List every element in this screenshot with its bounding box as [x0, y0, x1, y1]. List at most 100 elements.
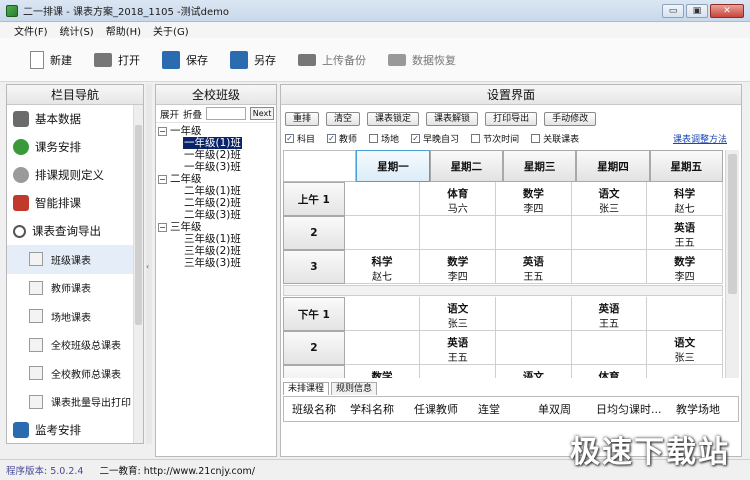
col-odd-even-week[interactable]: 单双周 — [530, 401, 588, 417]
reschedule-button[interactable]: 重排 — [285, 112, 320, 126]
sub-item-class-timetable[interactable]: 班级课表 — [7, 245, 143, 274]
collapse-button[interactable]: 折叠 — [183, 107, 202, 121]
nav-scrollbar[interactable] — [133, 105, 143, 443]
day-header[interactable]: 星期一 — [356, 150, 430, 182]
tree-class-item[interactable]: 二年级(1)班 — [158, 185, 276, 197]
check-icon[interactable]: ✓ — [411, 134, 421, 143]
print-export-button[interactable]: 打印导出 — [485, 112, 538, 126]
check-icon[interactable]: ✓ — [327, 134, 337, 143]
timetable-cell[interactable] — [344, 331, 421, 365]
checkbox-linked[interactable]: 关联课表 — [531, 132, 579, 145]
checkbox-box[interactable] — [369, 134, 379, 143]
timetable-cell[interactable] — [647, 365, 723, 378]
period-header[interactable]: 上午 1 — [283, 182, 345, 216]
tree-grade-3[interactable]: − 三年级 — [158, 221, 276, 233]
collapse-toggle-icon[interactable]: − — [158, 174, 167, 184]
period-header[interactable]: 2 — [283, 331, 345, 365]
timetable-cell[interactable]: 科学 赵七 — [344, 250, 421, 284]
timetable-cell[interactable]: 英语 王五 — [496, 250, 572, 284]
open-button[interactable]: 打开 — [94, 52, 140, 68]
period-header[interactable] — [283, 365, 345, 378]
day-header[interactable]: 星期二 — [429, 150, 503, 182]
nav-item-query-export[interactable]: 课表查询导出 — [7, 217, 143, 245]
nav-item-basic-data[interactable]: 基本数据 — [7, 105, 143, 133]
timetable-cell[interactable]: 数学 — [345, 365, 421, 378]
minimize-button[interactable]: ▭ — [662, 4, 684, 18]
day-header[interactable]: 星期三 — [502, 150, 577, 182]
timetable-cell[interactable]: 科学 赵七 — [647, 182, 723, 216]
check-icon[interactable]: ✓ — [285, 134, 294, 143]
tree-class-item[interactable]: 三年级(1)班 — [158, 233, 276, 245]
timetable-cell[interactable] — [571, 216, 648, 250]
tree-class-item[interactable]: 一年级(1)班 — [158, 137, 276, 149]
save-as-button[interactable]: 另存 — [230, 50, 276, 69]
timetable-cell[interactable]: 语文 张三 — [571, 182, 648, 216]
sub-item-school-teacher-timetable[interactable]: 全校教师总课表 — [7, 359, 143, 388]
timetable-cell[interactable]: 英语 王五 — [647, 216, 723, 250]
timetable-cell[interactable]: 数学 李四 — [647, 250, 723, 284]
upload-backup-button[interactable]: 上传备份 — [298, 52, 366, 68]
new-button[interactable]: 新建 — [30, 50, 72, 69]
tree-class-item[interactable]: 二年级(3)班 — [158, 209, 276, 221]
lock-button[interactable]: 课表锁定 — [367, 112, 420, 126]
tree-class-item[interactable]: 三年级(3)班 — [158, 257, 276, 269]
timetable-cell[interactable] — [344, 297, 421, 331]
checkbox-teacher[interactable]: ✓ 教师 — [327, 132, 357, 145]
timetable-cell[interactable]: 体育 — [572, 365, 648, 378]
sub-item-venue-timetable[interactable]: 场地课表 — [7, 302, 143, 331]
expand-button[interactable]: 展开 — [160, 107, 179, 121]
timetable-cell[interactable] — [496, 216, 572, 250]
checkbox-box[interactable] — [471, 134, 481, 143]
nav-item-course-arrangement[interactable]: 课务安排 — [7, 133, 143, 161]
manual-edit-button[interactable]: 手动修改 — [544, 112, 597, 126]
restore-data-button[interactable]: 数据恢复 — [388, 52, 456, 68]
timetable-cell[interactable] — [344, 216, 421, 250]
timetable-cell[interactable] — [647, 297, 723, 331]
timetable-cell[interactable]: 数学 李四 — [420, 250, 497, 284]
col-class-name[interactable]: 班级名称 — [284, 401, 342, 417]
timetable-cell[interactable]: 语文 张三 — [420, 297, 497, 331]
col-venue[interactable]: 教学场地 — [668, 401, 730, 417]
tree-class-item[interactable]: 二年级(2)班 — [158, 197, 276, 209]
timetable-cell[interactable]: 语文 张三 — [647, 331, 723, 365]
col-daily-even[interactable]: 日均匀课时... — [588, 401, 668, 417]
timetable-cell[interactable] — [571, 331, 648, 365]
tree-class-item[interactable]: 三年级(2)班 — [158, 245, 276, 257]
save-button[interactable]: 保存 — [162, 50, 208, 69]
clear-button[interactable]: 清空 — [326, 112, 361, 126]
unlock-button[interactable]: 课表解锁 — [426, 112, 479, 126]
checkbox-box[interactable] — [531, 134, 541, 143]
tree-class-item[interactable]: 一年级(2)班 — [158, 149, 276, 161]
timetable-cell[interactable]: 语文 — [496, 365, 572, 378]
class-search-input[interactable] — [206, 107, 247, 120]
timetable-cell[interactable] — [496, 331, 572, 365]
tree-grade-1[interactable]: − 一年级 — [158, 125, 276, 137]
tab-unscheduled[interactable]: 未排课程 — [283, 382, 330, 395]
timetable-scrollbar[interactable] — [725, 150, 739, 378]
col-teacher[interactable]: 任课教师 — [406, 401, 470, 417]
day-header[interactable]: 星期五 — [649, 150, 723, 182]
checkbox-subject[interactable]: ✓ 科目 — [285, 132, 315, 145]
period-header[interactable]: 2 — [283, 216, 345, 250]
collapse-toggle-icon[interactable]: − — [158, 126, 167, 136]
checkbox-self-study[interactable]: ✓ 早晚自习 — [411, 132, 459, 145]
menu-about[interactable]: 关于(G) — [153, 23, 189, 38]
tree-grade-2[interactable]: − 二年级 — [158, 173, 276, 185]
nav-item-smart-schedule[interactable]: 智能排课 — [7, 189, 143, 217]
period-header[interactable]: 下午 1 — [283, 297, 345, 331]
timetable-cell[interactable] — [496, 297, 572, 331]
menu-stats[interactable]: 统计(S) — [60, 23, 94, 38]
checkbox-venue[interactable]: 场地 — [369, 132, 399, 145]
checkbox-period-time[interactable]: 节次时间 — [471, 132, 519, 145]
sub-item-batch-export-print[interactable]: 课表批量导出打印 — [7, 388, 143, 417]
collapse-toggle-icon[interactable]: − — [158, 222, 167, 232]
timetable-cell[interactable] — [420, 365, 497, 378]
timetable-scroll-thumb[interactable] — [728, 154, 737, 294]
timetable-cell[interactable]: 英语 王五 — [571, 297, 648, 331]
col-consecutive[interactable]: 连堂 — [470, 401, 530, 417]
timetable-cell[interactable]: 数学 李四 — [496, 182, 572, 216]
timetable-cell[interactable]: 英语 王五 — [420, 331, 497, 365]
timetable-cell[interactable] — [571, 250, 648, 284]
timetable-cell[interactable]: 体育 马六 — [420, 182, 497, 216]
collapse-arrow-icon[interactable]: ‹ — [146, 262, 149, 271]
